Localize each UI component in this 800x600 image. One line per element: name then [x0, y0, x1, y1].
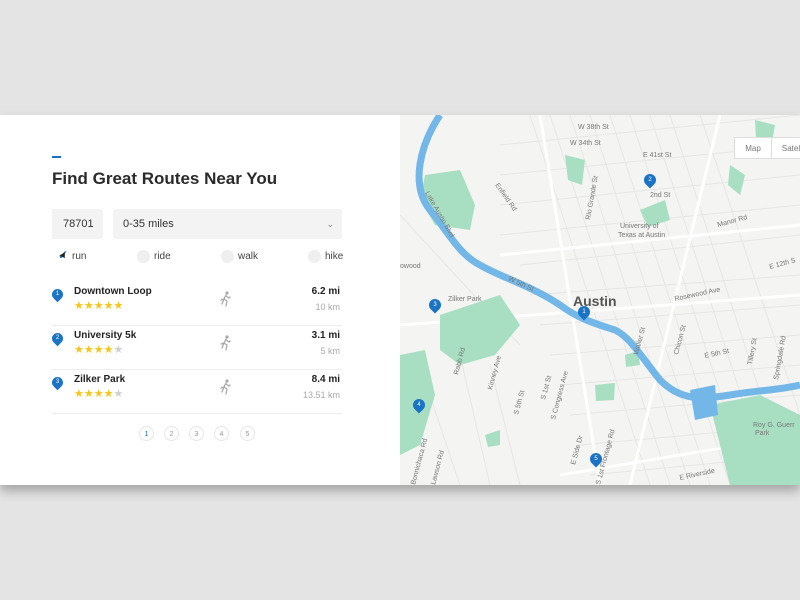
star-icon: ★ [83, 344, 94, 356]
page-button-5[interactable]: 5 [240, 426, 255, 441]
svg-text:E Side Dr: E Side Dr [570, 434, 585, 465]
route-distance-mi: 8.4 mi [311, 374, 340, 385]
route-distance-km: 10 km [315, 302, 340, 312]
route-name: Downtown Loop [74, 286, 152, 297]
star-icon: ★ [93, 388, 104, 400]
mode-hike[interactable]: hike [308, 248, 343, 266]
svg-text:owood: owood [400, 263, 421, 270]
star-icon: ★ [113, 388, 124, 400]
map-pin-label: 1 [582, 309, 586, 315]
lake [690, 385, 718, 420]
distance-select[interactable]: 0-35 miles ⌄ [113, 209, 342, 239]
mode-run[interactable]: ✓ run [55, 248, 86, 266]
map-pin-label: 5 [594, 456, 598, 462]
star-icon: ★ [113, 344, 124, 356]
mode-label: hike [325, 251, 344, 262]
svg-text:W 38th St: W 38th St [578, 124, 609, 131]
svg-text:E 41st St: E 41st St [643, 152, 671, 159]
star-icon: ★ [83, 300, 94, 312]
route-item[interactable]: 2 University 5k ★★★★★ 3.1 mi 5 km [49, 326, 342, 370]
svg-text:S Congress Ave: S Congress Ave [550, 370, 570, 420]
svg-text:S 1st St: S 1st St [540, 375, 553, 401]
rating-stars: ★★★★★ [74, 387, 123, 400]
runner-icon [220, 291, 231, 307]
star-icon: ★ [93, 300, 104, 312]
checkbox-ride[interactable] [137, 249, 150, 263]
rating-stars: ★★★★★ [74, 343, 123, 356]
svg-text:Lawson Rd: Lawson Rd [430, 450, 446, 485]
svg-text:E Riverside: E Riverside [679, 468, 716, 482]
checkbox-hike[interactable] [308, 249, 321, 263]
star-icon: ★ [103, 300, 114, 312]
distance-value: 0-35 miles [123, 218, 174, 230]
map-type-map-button[interactable]: Map [734, 137, 772, 159]
checkbox-walk[interactable] [221, 249, 234, 263]
map-type-satellite-button[interactable]: Satel [771, 137, 800, 159]
star-icon: ★ [74, 344, 84, 356]
star-icon: ★ [74, 388, 84, 400]
star-icon: ★ [103, 388, 114, 400]
svg-text:S 5th St: S 5th St [513, 390, 526, 416]
mode-walk[interactable]: walk [221, 248, 258, 266]
svg-text:W 5th St: W 5th St [507, 275, 534, 293]
zip-input[interactable]: 78701 [52, 209, 103, 239]
mode-ride[interactable]: ride [137, 248, 171, 266]
svg-text:E 5th St: E 5th St [704, 348, 730, 360]
star-icon: ★ [83, 388, 94, 400]
svg-text:Roy G. Guerr: Roy G. Guerr [753, 422, 795, 429]
svg-text:Texas at Austin: Texas at Austin [618, 232, 665, 239]
map-pin-label: 3 [433, 302, 437, 308]
mode-label: ride [154, 251, 171, 262]
rating-stars: ★★★★★ [74, 299, 123, 312]
route-distance-mi: 6.2 mi [311, 286, 340, 297]
title-accent [52, 156, 61, 158]
route-name: University 5k [74, 330, 137, 341]
svg-text:W 34th St: W 34th St [570, 140, 601, 147]
mode-label: run [72, 251, 87, 262]
svg-text:Park: Park [755, 430, 770, 437]
pin-number: 3 [55, 379, 60, 385]
page-button-3[interactable]: 3 [189, 426, 204, 441]
runner-icon [220, 379, 231, 395]
route-distance-km: 13.51 km [302, 390, 340, 400]
pin-number: 1 [55, 291, 60, 297]
route-distance-km: 5 km [320, 346, 340, 356]
star-icon: ★ [103, 344, 114, 356]
svg-text:Rio Grande St: Rio Grande St [585, 175, 600, 220]
star-icon: ★ [93, 344, 104, 356]
main-card: Find Great Routes Near You 78701 0-35 mi… [0, 115, 800, 485]
checkbox-run[interactable]: ✓ [55, 248, 68, 263]
svg-text:Enfield Rd: Enfield Rd [493, 182, 517, 213]
page-button-2[interactable]: 2 [164, 426, 179, 441]
svg-text:Tillery St: Tillery St [747, 338, 759, 366]
runner-icon [220, 335, 231, 351]
page-title: Find Great Routes Near You [52, 169, 278, 188]
svg-text:University of: University of [620, 223, 659, 230]
page-button-1[interactable]: 1 [139, 426, 154, 441]
svg-text:Zilker Park: Zilker Park [448, 296, 482, 303]
map-pin-label: 4 [417, 402, 421, 408]
star-icon: ★ [113, 300, 124, 312]
star-icon: ★ [74, 300, 84, 312]
mode-label: walk [238, 251, 259, 262]
route-item[interactable]: 1 Downtown Loop ★★★★★ 6.2 mi 10 km [49, 282, 342, 326]
svg-text:Manor Rd: Manor Rd [717, 214, 749, 229]
map-pin-label: 2 [648, 177, 652, 183]
page-button-4[interactable]: 4 [214, 426, 229, 441]
svg-text:2nd St: 2nd St [650, 192, 670, 199]
route-name: Zilker Park [74, 374, 126, 385]
chevron-down-icon: ⌄ [326, 219, 334, 229]
route-item[interactable]: 3 Zilker Park ★★★★★ 8.4 mi 13.51 km [49, 370, 342, 414]
map-view[interactable]: W 38th St W 34th St E 41st St Lake Austi… [400, 115, 800, 485]
svg-text:Chicon St: Chicon St [673, 324, 688, 355]
search-panel: Find Great Routes Near You 78701 0-35 mi… [0, 115, 400, 485]
route-distance-mi: 3.1 mi [311, 330, 340, 341]
svg-text:E 12th S: E 12th S [769, 257, 797, 271]
svg-text:Waller St: Waller St [633, 326, 647, 355]
pin-number: 2 [55, 335, 60, 341]
svg-text:Kinney Ave: Kinney Ave [487, 355, 503, 391]
